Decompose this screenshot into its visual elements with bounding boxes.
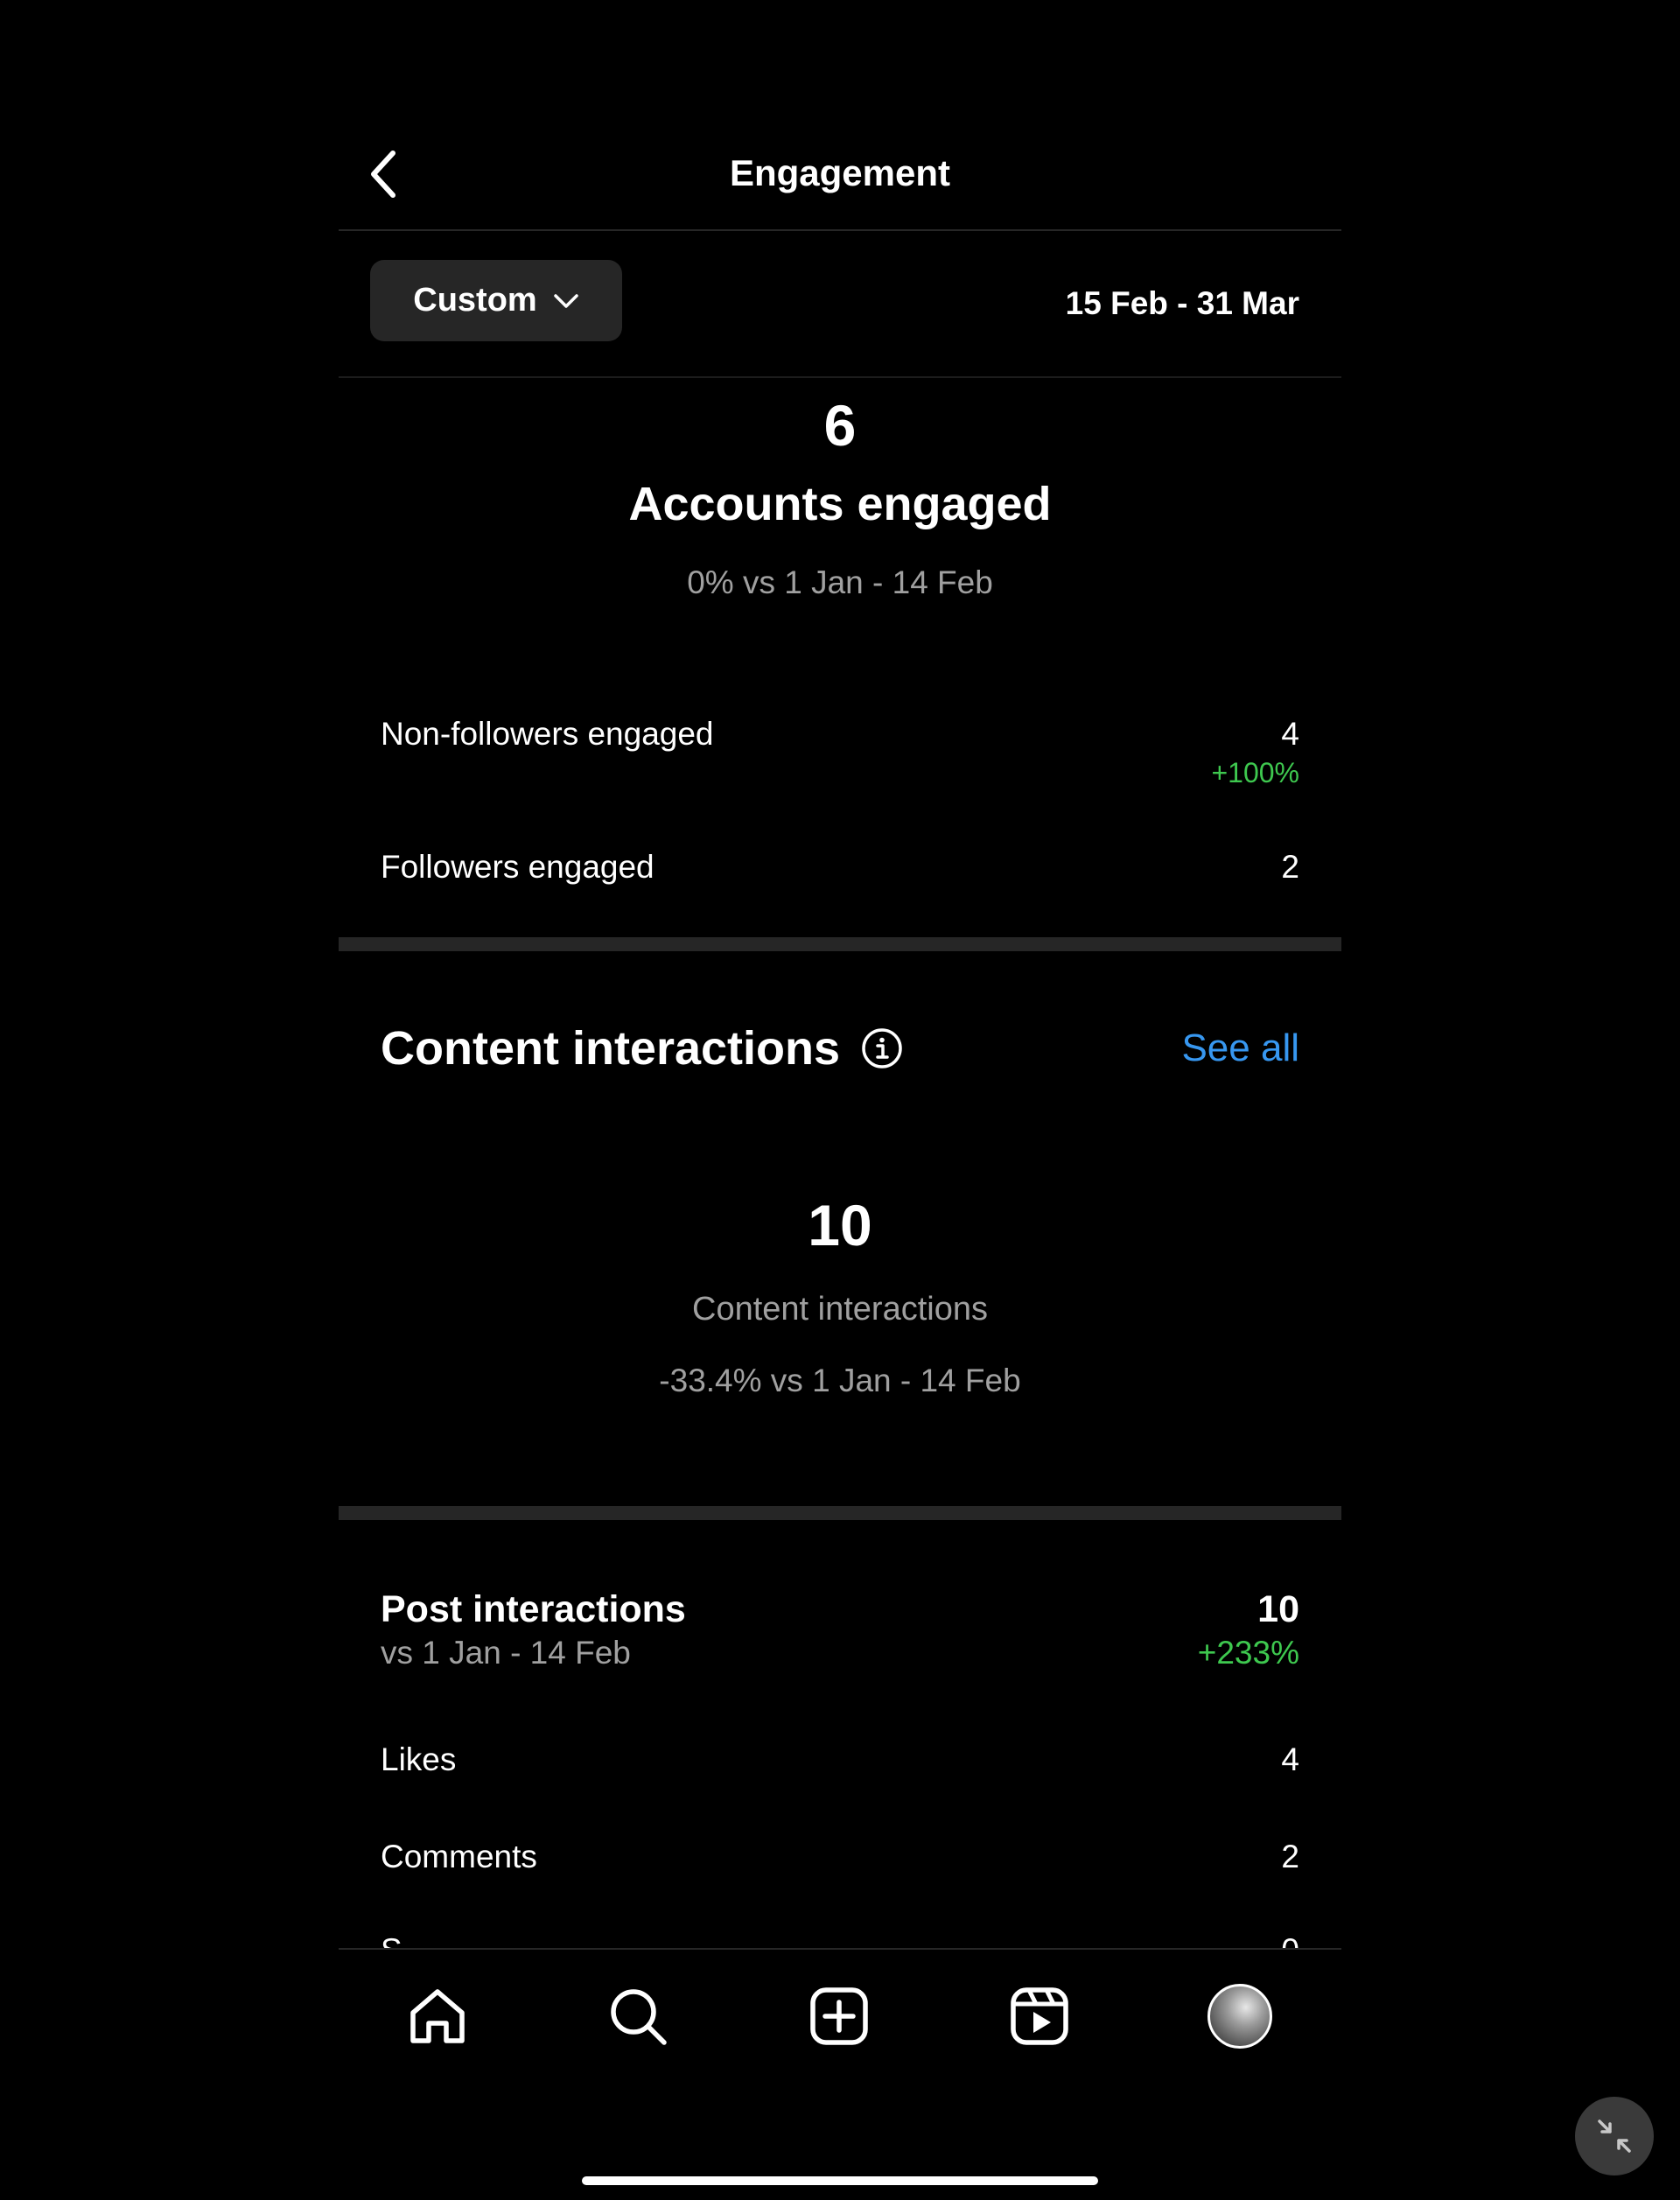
- content-interactions-heading: Content interactions: [381, 1021, 903, 1075]
- non-followers-value: 4: [1281, 716, 1299, 752]
- bottom-tab-bar: [339, 1948, 1341, 2081]
- comments-value: 2: [1281, 1839, 1299, 1874]
- profile-tab[interactable]: [1205, 1981, 1275, 2051]
- home-indicator[interactable]: [582, 2176, 1098, 2185]
- accounts-engaged-title: Accounts engaged: [628, 478, 1052, 530]
- chevron-down-icon: [553, 293, 578, 308]
- minimize-button[interactable]: [1575, 2097, 1654, 2175]
- search-icon: [611, 1989, 667, 2045]
- profile-avatar: [1208, 1984, 1272, 2049]
- followers-value: 2: [1281, 849, 1299, 885]
- non-followers-change: +100%: [1211, 757, 1299, 788]
- engagement-screen: Engagement Custom 15 Feb - 31 Mar 6 Acco…: [339, 0, 1341, 1951]
- top-bar: Engagement: [339, 123, 1341, 231]
- accounts-engaged-comparison: 0% vs 1 Jan - 14 Feb: [687, 564, 993, 600]
- content-interactions-title: Content interactions: [381, 1022, 841, 1075]
- content-interactions-value: 10: [808, 1193, 872, 1258]
- post-interactions-title: Post interactions: [381, 1588, 686, 1630]
- reels-tab[interactable]: [1004, 1981, 1074, 2051]
- date-range: 15 Feb - 31 Mar: [1065, 285, 1299, 321]
- minimize-icon: [1598, 2119, 1631, 2153]
- likes-value: 4: [1281, 1741, 1299, 1777]
- search-tab[interactable]: [603, 1981, 673, 2051]
- home-icon: [410, 1989, 465, 2043]
- section-divider: [339, 1506, 1341, 1520]
- reels-icon: [1011, 1987, 1068, 2045]
- post-interactions-change: +233%: [1197, 1635, 1299, 1671]
- likes-label: Likes: [381, 1741, 457, 1777]
- accounts-engaged-value: 6: [823, 393, 857, 458]
- content-interactions-label: Content interactions: [692, 1291, 988, 1328]
- comments-label: Comments: [381, 1839, 537, 1874]
- see-all-link[interactable]: See all: [1181, 1026, 1299, 1070]
- info-icon[interactable]: [861, 1027, 903, 1069]
- post-interactions-subtitle: vs 1 Jan - 14 Feb: [381, 1635, 631, 1671]
- range-dropdown-label: Custom: [413, 282, 537, 319]
- content-interactions-comparison: -33.4% vs 1 Jan - 14 Feb: [659, 1363, 1021, 1398]
- create-icon: [810, 1987, 868, 2045]
- range-dropdown-button[interactable]: Custom: [370, 260, 622, 341]
- section-divider: [339, 937, 1341, 951]
- post-interactions-value: 10: [1257, 1588, 1299, 1630]
- date-filter-row: Custom 15 Feb - 31 Mar: [339, 231, 1341, 378]
- create-tab[interactable]: [804, 1981, 874, 2051]
- non-followers-label: Non-followers engaged: [381, 716, 714, 752]
- home-tab[interactable]: [402, 1981, 472, 2051]
- page-title: Engagement: [729, 152, 951, 193]
- followers-label: Followers engaged: [381, 849, 654, 885]
